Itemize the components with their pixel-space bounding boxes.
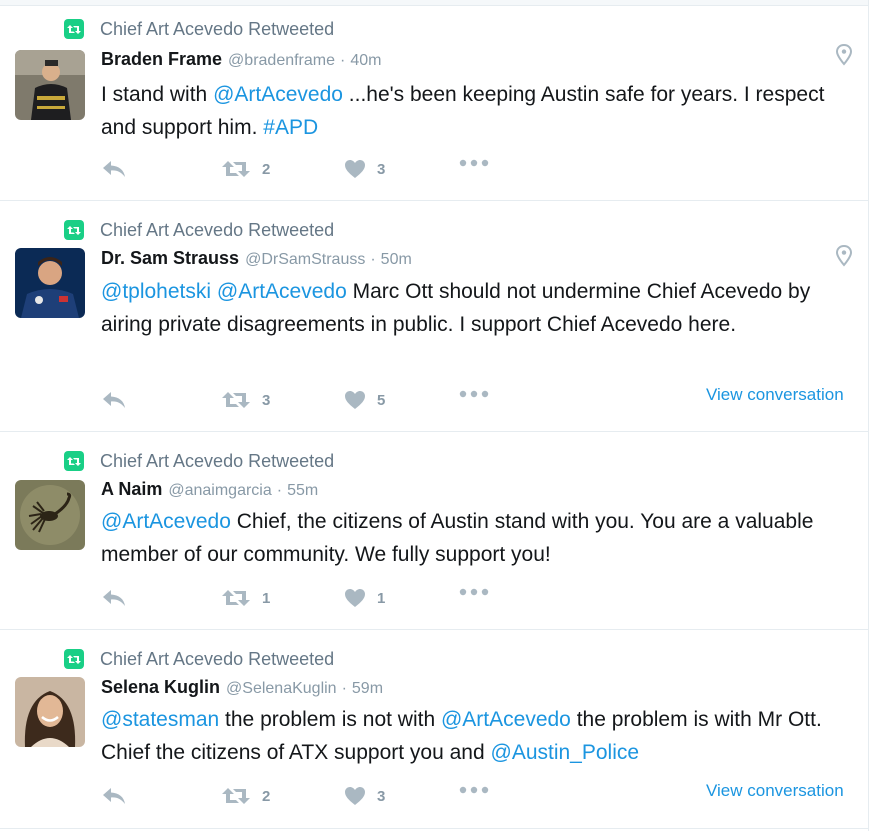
retweet-badge-icon bbox=[64, 19, 84, 39]
mention-link[interactable]: @tplohetski bbox=[101, 280, 211, 303]
retweet-label: Chief Art Acevedo Retweeted bbox=[100, 219, 335, 240]
avatar[interactable] bbox=[15, 248, 85, 318]
reply-button[interactable] bbox=[101, 390, 127, 410]
like-button[interactable]: 5 bbox=[344, 390, 385, 410]
user-handle[interactable]: @DrSamStrauss bbox=[245, 251, 365, 269]
reply-icon bbox=[103, 590, 125, 606]
mention-link[interactable]: @statesman bbox=[101, 708, 219, 731]
more-button[interactable] bbox=[459, 159, 489, 167]
retweet-button[interactable]: 2 bbox=[221, 786, 270, 806]
view-conversation-link[interactable]: View conversation bbox=[706, 781, 844, 801]
reply-icon bbox=[103, 788, 125, 804]
retweet-badge-icon bbox=[64, 649, 84, 669]
avatar[interactable] bbox=[15, 50, 85, 120]
more-icon bbox=[459, 786, 489, 794]
like-count: 5 bbox=[377, 391, 386, 409]
retweet-context: Chief Art Acevedo Retweeted bbox=[64, 18, 334, 40]
mention-link[interactable]: @Austin_Police bbox=[491, 741, 640, 764]
retweet-context: Chief Art Acevedo Retweeted bbox=[64, 648, 334, 670]
retweet-icon bbox=[222, 392, 250, 408]
location-pin-icon[interactable] bbox=[836, 44, 852, 66]
retweet-context: Chief Art Acevedo Retweeted bbox=[64, 219, 334, 241]
timestamp[interactable]: 55m bbox=[287, 482, 318, 500]
retweet-count: 2 bbox=[262, 787, 271, 805]
heart-icon bbox=[345, 160, 365, 178]
tweet-text-segment: I stand with bbox=[101, 83, 214, 106]
tweet-text: @statesman the problem is not with @ArtA… bbox=[101, 703, 851, 769]
tweet[interactable]: Chief Art Acevedo Retweeted Selena Kugli… bbox=[0, 630, 868, 829]
more-button[interactable] bbox=[459, 390, 489, 398]
heart-icon bbox=[345, 787, 365, 805]
retweet-count: 1 bbox=[262, 589, 271, 607]
retweet-count: 3 bbox=[262, 391, 271, 409]
location-pin-icon[interactable] bbox=[836, 245, 852, 267]
reply-icon bbox=[103, 161, 125, 177]
tweet[interactable]: Chief Art Acevedo Retweeted Dr. Sam Stra… bbox=[0, 201, 868, 432]
retweet-badge-icon bbox=[64, 451, 84, 471]
timestamp[interactable]: 50m bbox=[381, 251, 412, 269]
separator: · bbox=[340, 52, 346, 69]
separator: · bbox=[370, 251, 376, 268]
retweet-icon bbox=[222, 590, 250, 606]
retweet-label: Chief Art Acevedo Retweeted bbox=[100, 450, 335, 471]
more-button[interactable] bbox=[459, 786, 489, 794]
retweet-button[interactable]: 2 bbox=[221, 159, 270, 179]
tweet-text: I stand with @ArtAcevedo ...he's been ke… bbox=[101, 78, 851, 144]
tweet-header: Dr. Sam Strauss @DrSamStrauss · 50m bbox=[101, 248, 412, 269]
tweet-header: Selena Kuglin @SelenaKuglin · 59m bbox=[101, 677, 383, 698]
tweet-text: @tplohetski @ArtAcevedo Marc Ott should … bbox=[101, 275, 851, 341]
tweet[interactable]: Chief Art Acevedo Retweeted Braden Frame… bbox=[0, 0, 868, 201]
retweet-button[interactable]: 1 bbox=[221, 588, 270, 608]
mention-link[interactable]: @ArtAcevedo bbox=[441, 708, 571, 731]
user-name[interactable]: A Naim bbox=[101, 479, 162, 500]
more-button[interactable] bbox=[459, 588, 489, 596]
like-button[interactable]: 3 bbox=[344, 159, 385, 179]
mention-link[interactable]: @ArtAcevedo bbox=[213, 83, 343, 106]
heart-icon bbox=[345, 589, 365, 607]
tweet-text: @ArtAcevedo Chief, the citizens of Austi… bbox=[101, 505, 851, 571]
reply-button[interactable] bbox=[101, 588, 127, 608]
avatar[interactable] bbox=[15, 677, 85, 747]
retweet-label: Chief Art Acevedo Retweeted bbox=[100, 18, 335, 39]
timestamp[interactable]: 59m bbox=[352, 680, 383, 698]
more-icon bbox=[459, 588, 489, 596]
tweet-header: A Naim @anaimgarcia · 55m bbox=[101, 479, 318, 500]
retweet-icon bbox=[222, 161, 250, 177]
mention-link[interactable]: @ArtAcevedo bbox=[101, 510, 231, 533]
hashtag-link[interactable]: #APD bbox=[263, 116, 318, 139]
retweet-button[interactable]: 3 bbox=[221, 390, 270, 410]
more-icon bbox=[459, 159, 489, 167]
like-button[interactable]: 3 bbox=[344, 786, 385, 806]
tweet-text-segment: the problem is not with bbox=[219, 708, 441, 731]
retweet-badge-icon bbox=[64, 220, 84, 240]
reply-icon bbox=[103, 392, 125, 408]
reply-button[interactable] bbox=[101, 786, 127, 806]
user-name[interactable]: Selena Kuglin bbox=[101, 677, 220, 698]
tweet-header: Braden Frame @bradenframe · 40m bbox=[101, 49, 381, 70]
retweet-icon bbox=[222, 788, 250, 804]
like-count: 1 bbox=[377, 589, 386, 607]
like-count: 3 bbox=[377, 160, 386, 178]
user-name[interactable]: Dr. Sam Strauss bbox=[101, 248, 239, 269]
retweet-count: 2 bbox=[262, 160, 271, 178]
mention-link[interactable]: @ArtAcevedo bbox=[217, 280, 347, 303]
more-icon bbox=[459, 390, 489, 398]
avatar[interactable] bbox=[15, 480, 85, 550]
separator: · bbox=[341, 680, 347, 697]
like-count: 3 bbox=[377, 787, 386, 805]
retweet-label: Chief Art Acevedo Retweeted bbox=[100, 648, 335, 669]
user-name[interactable]: Braden Frame bbox=[101, 49, 222, 70]
timeline-right-border bbox=[868, 0, 869, 831]
heart-icon bbox=[345, 391, 365, 409]
user-handle[interactable]: @SelenaKuglin bbox=[226, 680, 337, 698]
view-conversation-link[interactable]: View conversation bbox=[706, 385, 844, 405]
tweet[interactable]: Chief Art Acevedo Retweeted A Naim @anai… bbox=[0, 432, 868, 630]
user-handle[interactable]: @anaimgarcia bbox=[168, 482, 271, 500]
user-handle[interactable]: @bradenframe bbox=[228, 52, 335, 70]
like-button[interactable]: 1 bbox=[344, 588, 385, 608]
separator: · bbox=[276, 482, 283, 499]
reply-button[interactable] bbox=[101, 159, 127, 179]
timestamp[interactable]: 40m bbox=[350, 52, 381, 70]
retweet-context: Chief Art Acevedo Retweeted bbox=[64, 450, 334, 472]
